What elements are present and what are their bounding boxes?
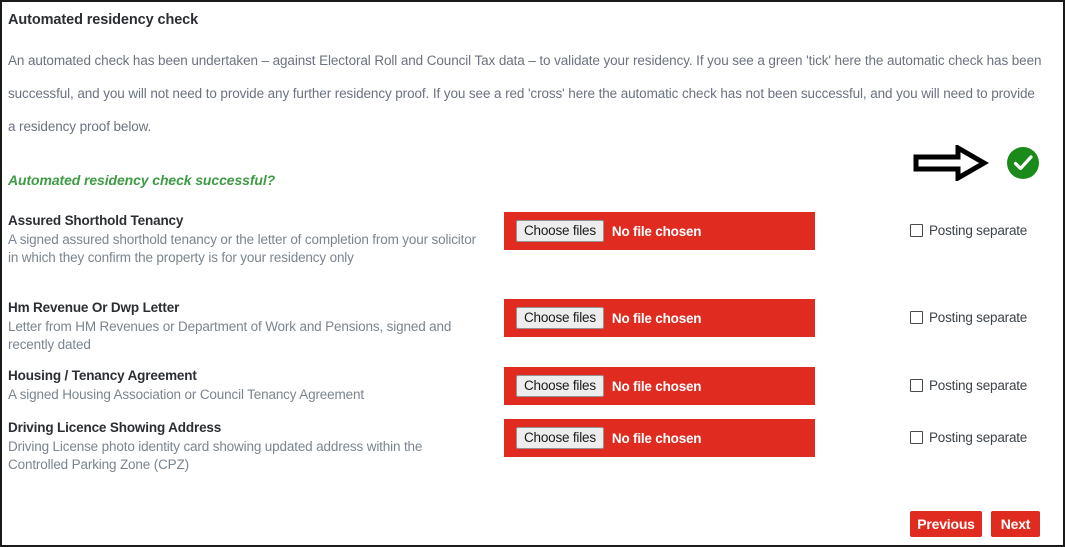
file-status-text: No file chosen — [611, 378, 702, 394]
posting-separate-checkbox-group[interactable]: Posting separate — [910, 378, 1027, 393]
right-arrow-icon — [910, 143, 990, 183]
page-inner: Automated residency check An automated c… — [2, 2, 1063, 545]
posting-separate-label: Posting separate — [929, 378, 1028, 393]
green-tick-icon — [1006, 146, 1040, 180]
posting-separate-checkbox[interactable] — [910, 224, 923, 237]
posting-separate-label: Posting separate — [929, 430, 1028, 445]
choose-files-button[interactable]: Choose files — [516, 375, 604, 397]
document-info: Driving Licence Showing Address Driving … — [8, 419, 478, 473]
posting-separate-label: Posting separate — [929, 223, 1028, 238]
document-info: Housing / Tenancy Agreement A signed Hou… — [8, 367, 478, 404]
document-description: Letter from HM Revenues or Department of… — [8, 319, 452, 352]
document-description: A signed assured shorthold tenancy or th… — [8, 232, 476, 265]
intro-paragraph: An automated check has been undertaken –… — [8, 53, 1042, 134]
file-upload-field[interactable]: Choose files No file chosen — [504, 299, 815, 337]
file-upload-field[interactable]: Choose files No file chosen — [504, 367, 815, 405]
document-title: Housing / Tenancy Agreement — [8, 368, 197, 383]
file-status-text: No file chosen — [611, 430, 702, 446]
document-info: Hm Revenue Or Dwp Letter Letter from HM … — [8, 299, 478, 353]
residency-check-page: Automated residency check An automated c… — [0, 0, 1065, 547]
file-upload-field[interactable]: Choose files No file chosen — [504, 419, 815, 457]
posting-separate-checkbox-group[interactable]: Posting separate — [910, 310, 1027, 325]
next-button[interactable]: Next — [991, 511, 1040, 537]
choose-files-button[interactable]: Choose files — [516, 307, 604, 329]
posting-separate-checkbox[interactable] — [910, 431, 923, 444]
file-status-text: No file chosen — [611, 223, 702, 239]
document-title: Assured Shorthold Tenancy — [8, 213, 184, 228]
automated-check-question: Automated residency check successful? — [8, 172, 276, 188]
posting-separate-checkbox[interactable] — [910, 379, 923, 392]
file-status-text: No file chosen — [611, 310, 702, 326]
document-title: Driving Licence Showing Address — [8, 420, 222, 435]
posting-separate-label: Posting separate — [929, 310, 1028, 325]
document-description: Driving License photo identity card show… — [8, 439, 423, 472]
file-upload-field[interactable]: Choose files No file chosen — [504, 212, 815, 250]
document-title: Hm Revenue Or Dwp Letter — [8, 300, 180, 315]
page-title: Automated residency check — [8, 12, 199, 28]
choose-files-button[interactable]: Choose files — [516, 220, 604, 242]
document-info: Assured Shorthold Tenancy A signed assur… — [8, 212, 478, 266]
choose-files-button[interactable]: Choose files — [516, 427, 604, 449]
previous-button[interactable]: Previous — [910, 511, 982, 537]
posting-separate-checkbox-group[interactable]: Posting separate — [910, 223, 1027, 238]
posting-separate-checkbox[interactable] — [910, 311, 923, 324]
posting-separate-checkbox-group[interactable]: Posting separate — [910, 430, 1027, 445]
document-description: A signed Housing Association or Council … — [8, 387, 364, 402]
